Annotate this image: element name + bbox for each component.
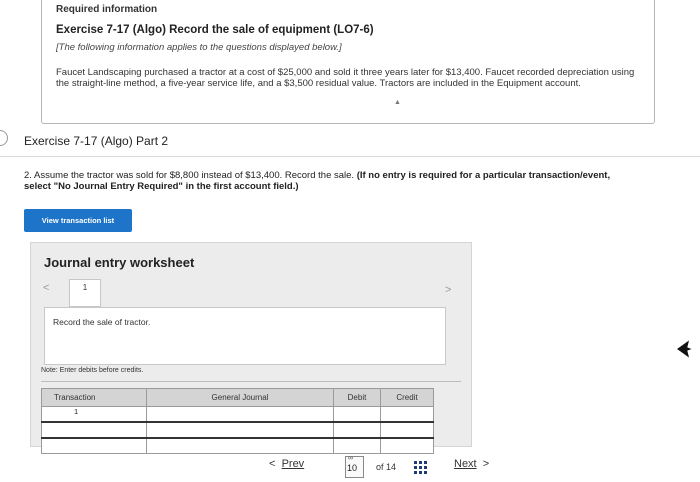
credit-cell[interactable] <box>380 437 434 454</box>
worksheet-title: Journal entry worksheet <box>44 255 195 270</box>
worksheet-note: Note: Enter debits before credits. <box>41 367 144 374</box>
page-total: of 14 <box>376 462 397 472</box>
binder-rings-icon: ∞ <box>348 455 353 462</box>
table-row: 1 <box>41 406 434 423</box>
required-information-heading: Required information <box>56 4 158 15</box>
page-number-box[interactable]: ∞ 10 <box>345 455 364 478</box>
question-prompt: 2. Assume the tractor was sold for $8,80… <box>24 170 357 181</box>
account-cell[interactable] <box>146 437 334 454</box>
mouse-pointer-icon <box>674 337 694 361</box>
divider <box>0 156 700 157</box>
chevron-left-icon: < <box>269 458 276 470</box>
transaction-cell: 1 <box>41 406 147 423</box>
table-row <box>41 421 434 439</box>
worksheet-tab-1[interactable]: 1 <box>69 279 101 307</box>
journal-table: Transaction General Journal Debit Credit… <box>41 388 434 454</box>
view-transaction-list-button[interactable]: View transaction list <box>24 209 132 232</box>
current-page: 10 <box>347 463 358 473</box>
account-cell[interactable] <box>146 406 334 423</box>
debit-cell[interactable] <box>333 437 381 454</box>
transaction-cell <box>41 437 147 454</box>
question-status-icon <box>0 130 8 146</box>
worksheet-prev-arrow[interactable]: < <box>43 282 49 294</box>
credit-cell[interactable] <box>380 421 434 439</box>
next-label: Next <box>454 458 477 470</box>
caret-icon: ▲ <box>394 99 401 106</box>
column-header-credit: Credit <box>380 388 434 407</box>
debit-cell[interactable] <box>333 421 381 439</box>
worksheet-description-box: Record the sale of tractor. <box>44 307 446 365</box>
worksheet-description: Record the sale of tractor. <box>53 317 151 327</box>
column-header-debit: Debit <box>333 388 381 407</box>
exercise-title: Exercise 7-17 (Algo) Record the sale of … <box>56 24 374 36</box>
journal-entry-worksheet: Journal entry worksheet < 1 > Record the… <box>30 242 472 454</box>
part-title: Exercise 7-17 (Algo) Part 2 <box>24 134 169 148</box>
required-information-panel: Required information Exercise 7-17 (Algo… <box>41 0 655 124</box>
next-button[interactable]: Next > <box>454 458 489 470</box>
account-cell[interactable] <box>146 421 334 439</box>
column-header-transaction: Transaction <box>41 388 147 407</box>
transaction-cell <box>41 421 147 439</box>
info-note: [The following information applies to th… <box>56 42 342 53</box>
prev-label: Prev <box>281 458 305 470</box>
table-row <box>41 437 434 454</box>
question-text: 2. Assume the tractor was sold for $8,80… <box>24 170 624 192</box>
debit-cell[interactable] <box>333 406 381 423</box>
grid-icon[interactable] <box>414 461 427 474</box>
chevron-right-icon: > <box>482 458 490 470</box>
prev-button[interactable]: < Prev <box>269 458 304 470</box>
divider <box>41 381 461 382</box>
column-header-general-journal: General Journal <box>146 388 334 407</box>
info-paragraph: Faucet Landscaping purchased a tractor a… <box>56 67 635 89</box>
credit-cell[interactable] <box>380 406 434 423</box>
worksheet-next-arrow[interactable]: > <box>445 284 451 296</box>
